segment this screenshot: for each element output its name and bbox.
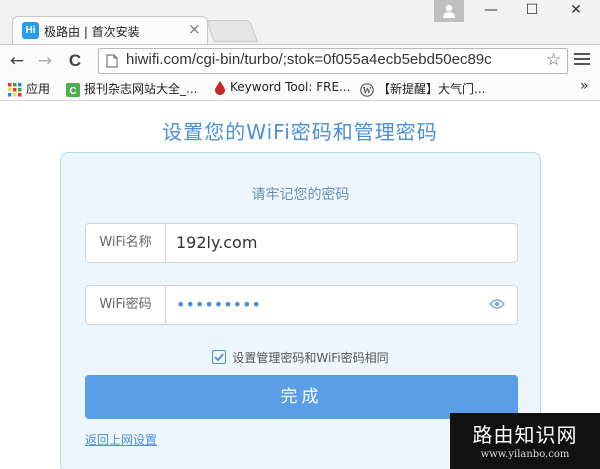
- back-to-network-settings-link[interactable]: 返回上网设置: [85, 431, 157, 448]
- subtitle: 请牢记您的密码: [251, 187, 350, 203]
- bookmark-keyword-tool[interactable]: Keyword Tool: FRE...: [214, 80, 351, 95]
- address-bar[interactable]: hiwifi.com/cgi-bin/turbo/;stok=0f055a4ec…: [98, 48, 568, 74]
- new-tab-button[interactable]: [205, 20, 259, 42]
- red-drop-icon: [215, 80, 225, 95]
- url-text[interactable]: hiwifi.com/cgi-bin/turbo/;stok=0f055a4ec…: [126, 51, 492, 68]
- wifi-name-field[interactable]: WiFi名称 192ly.com: [85, 223, 518, 263]
- wifi-password-label: WiFi密码: [86, 286, 166, 324]
- tab-close-icon[interactable]: ×: [188, 20, 201, 38]
- wifi-password-input[interactable]: •••••••••: [168, 286, 261, 324]
- page-icon: [106, 54, 118, 68]
- back-button[interactable]: ←: [6, 50, 28, 72]
- site-watermark: 路由知识网 www.yilanbo.com: [450, 413, 600, 469]
- bookmark-label: 【新提醒】大气门...: [378, 82, 486, 96]
- bookmark-star-icon[interactable]: ☆: [546, 50, 561, 70]
- svg-text:W: W: [363, 85, 372, 95]
- user-icon: [443, 4, 455, 18]
- menu-icon[interactable]: [574, 53, 590, 68]
- minimize-button[interactable]: —: [473, 2, 509, 22]
- reload-button[interactable]: C: [64, 50, 86, 72]
- browser-tab[interactable]: Hi 极路由 | 首次安装 ×: [12, 16, 208, 44]
- bookmarks-overflow-button[interactable]: »: [580, 78, 589, 94]
- browser-toolbar: ← → C hiwifi.com/cgi-bin/turbo/;stok=0f0…: [0, 44, 600, 76]
- page-title: 设置您的WiFi密码和管理密码: [162, 120, 438, 144]
- bookmarks-bar: 应用 C 报刊杂志网站大全_... Keyword Tool: FRE... W…: [0, 76, 600, 101]
- same-password-label: 设置管理密码和WiFi密码相同: [232, 351, 389, 365]
- svg-text:C: C: [69, 86, 76, 97]
- bookmark-new-reminder[interactable]: W 【新提醒】大气门...: [360, 80, 485, 97]
- wifi-password-field[interactable]: WiFi密码 •••••••••: [85, 285, 518, 325]
- tab-strip: Hi 极路由 | 首次安装 × — ☐ ✕: [0, 0, 600, 44]
- forward-button[interactable]: →: [34, 50, 56, 72]
- profile-button[interactable]: [434, 0, 464, 22]
- green-c-icon: C: [66, 82, 80, 97]
- checkmark-icon: [214, 353, 225, 362]
- wordpress-icon: W: [360, 82, 374, 97]
- hiwifi-favicon-icon: Hi: [22, 22, 39, 39]
- bookmark-magazines[interactable]: C 报刊杂志网站大全_...: [66, 80, 197, 97]
- watermark-url: www.yilanbo.com: [480, 449, 570, 460]
- bookmark-label: 报刊杂志网站大全_...: [84, 82, 198, 96]
- bookmark-label: Keyword Tool: FRE...: [230, 80, 351, 94]
- maximize-button[interactable]: ☐: [514, 2, 550, 22]
- close-window-button[interactable]: ✕: [558, 2, 594, 22]
- same-password-checkbox[interactable]: [212, 350, 227, 364]
- wifi-name-label: WiFi名称: [86, 224, 166, 262]
- eye-icon[interactable]: [489, 298, 505, 310]
- same-password-option[interactable]: 设置管理密码和WiFi密码相同: [61, 349, 540, 366]
- bookmark-apps[interactable]: 应用: [8, 80, 50, 97]
- watermark-title: 路由知识网: [472, 423, 578, 447]
- tab-title: 极路由 | 首次安装: [44, 25, 140, 39]
- apps-grid-icon: [8, 82, 22, 96]
- wifi-name-input[interactable]: 192ly.com: [168, 224, 257, 262]
- bookmark-label: 应用: [26, 82, 51, 96]
